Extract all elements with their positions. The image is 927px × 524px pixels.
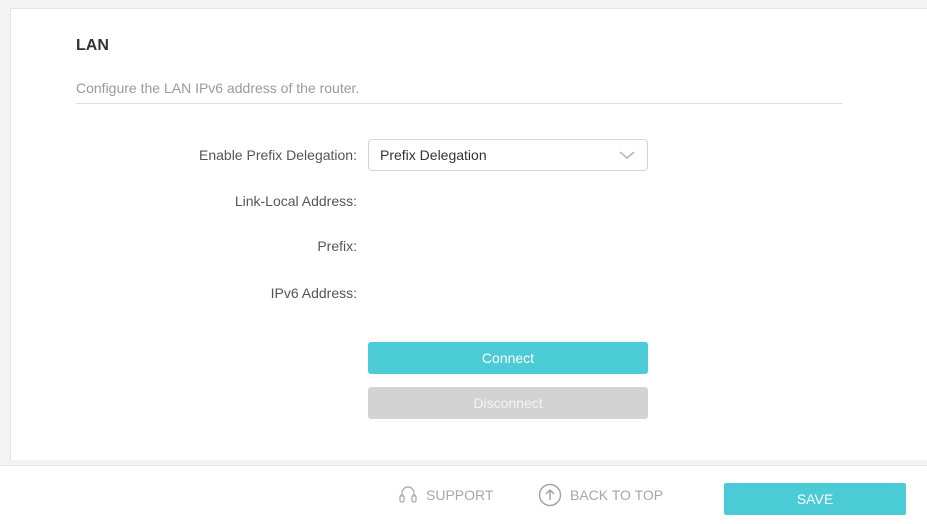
back-to-top-label: BACK TO TOP [570, 487, 664, 503]
arrow-up-circle-icon [538, 483, 562, 507]
back-to-top-link[interactable]: BACK TO TOP [538, 483, 663, 507]
disconnect-button: Disconnect [368, 387, 648, 419]
section-description: Configure the LAN IPv6 address of the ro… [76, 80, 360, 96]
link-local-address-label: Link-Local Address: [234, 193, 357, 209]
lan-settings-panel: LAN Configure the LAN IPv6 address of th… [10, 8, 927, 460]
support-link[interactable]: SUPPORT [398, 484, 493, 506]
save-button[interactable]: SAVE [724, 483, 906, 515]
section-title: LAN [76, 37, 109, 54]
prefix-delegation-value: Prefix Delegation [380, 147, 487, 163]
page: LAN Configure the LAN IPv6 address of th… [0, 0, 927, 524]
prefix-delegation-label: Enable Prefix Delegation: [199, 147, 357, 163]
ipv6-address-label: IPv6 Address: [270, 285, 357, 301]
connect-button[interactable]: Connect [368, 342, 648, 374]
headset-icon [399, 486, 417, 503]
chevron-down-icon [619, 151, 635, 159]
footer: SUPPORT BACK TO TOP SAVE [0, 465, 927, 524]
support-label: SUPPORT [426, 487, 494, 503]
section-divider [76, 103, 842, 104]
prefix-label: Prefix: [317, 238, 357, 254]
prefix-delegation-select[interactable]: Prefix Delegation [368, 139, 648, 171]
